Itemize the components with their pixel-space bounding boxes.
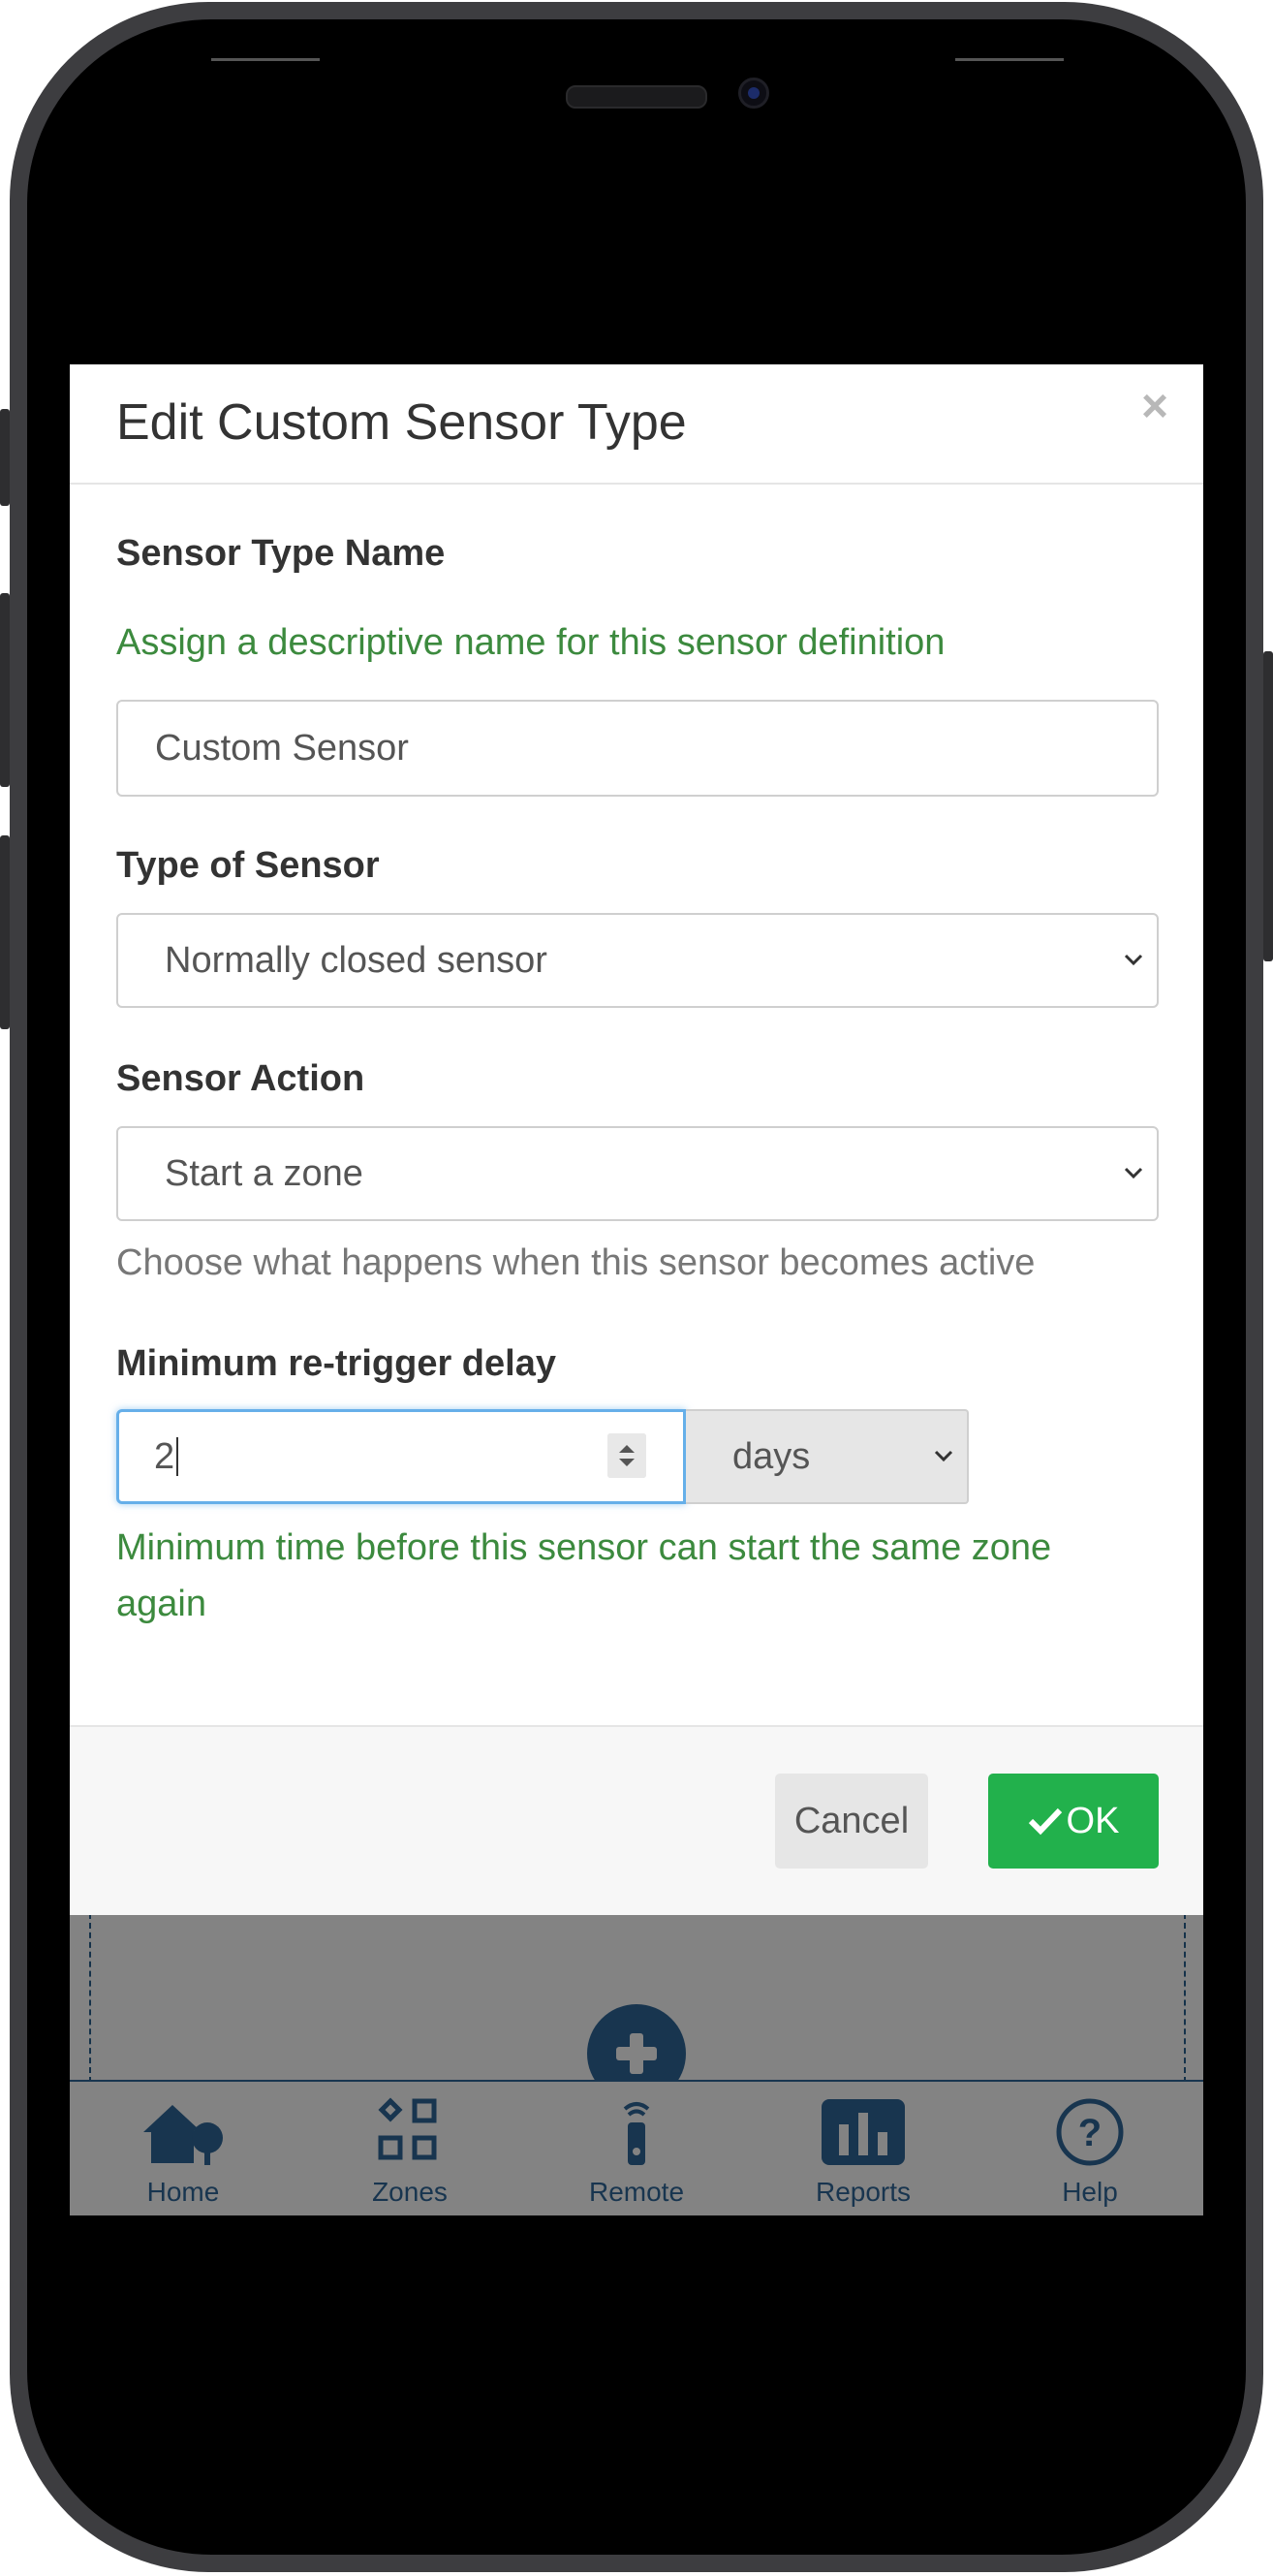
zones-icon xyxy=(378,2097,437,2160)
sensor-type-name-input[interactable]: Custom Sensor xyxy=(116,700,1159,797)
retrigger-delay-help-line1: Minimum time before this sensor can star… xyxy=(116,1527,1052,1568)
modal-title: Edit Custom Sensor Type xyxy=(116,394,687,451)
close-icon[interactable]: × xyxy=(1141,384,1168,430)
modal-footer: Cancel OK xyxy=(70,1725,1203,1915)
number-spinner-icon[interactable] xyxy=(607,1433,646,1478)
side-button xyxy=(0,409,10,506)
chevron-down-icon xyxy=(934,1450,953,1462)
tab-help-label: Help xyxy=(1062,2177,1118,2207)
tab-remote-label: Remote xyxy=(588,2177,685,2207)
svg-text:?: ? xyxy=(1078,2112,1102,2154)
volume-down-button xyxy=(0,835,10,1029)
type-of-sensor-label: Type of Sensor xyxy=(116,845,380,886)
type-of-sensor-select[interactable]: Normally closed sensor xyxy=(116,913,1159,1008)
camera-icon xyxy=(738,78,769,109)
cancel-button[interactable]: Cancel xyxy=(775,1774,928,1869)
sensor-type-name-help: Assign a descriptive name for this senso… xyxy=(116,622,946,663)
tab-zones[interactable]: Zones xyxy=(298,2082,521,2215)
tab-help[interactable]: ? Help xyxy=(978,2082,1201,2215)
tab-home[interactable]: Home xyxy=(72,2082,295,2215)
edit-sensor-modal: Edit Custom Sensor Type × Sensor Type Na… xyxy=(70,364,1203,1915)
retrigger-delay-input[interactable]: 2 xyxy=(116,1409,686,1504)
checkmark-icon xyxy=(1028,1807,1062,1836)
retrigger-delay-help: Minimum time before this sensor can star… xyxy=(116,1520,1051,1632)
retrigger-delay-help-line2: again xyxy=(116,1584,206,1624)
bottom-tab-bar: Home Zones Remote Reports ? Help xyxy=(70,2080,1203,2215)
tab-reports-label: Reports xyxy=(815,2177,912,2207)
text-caret xyxy=(176,1437,179,1476)
retrigger-delay-label: Minimum re-trigger delay xyxy=(116,1343,556,1384)
sensor-type-name-label: Sensor Type Name xyxy=(116,533,446,574)
ok-button[interactable]: OK xyxy=(988,1774,1159,1869)
modal-header: Edit Custom Sensor Type × xyxy=(70,364,1203,485)
retrigger-unit-value: days xyxy=(732,1435,811,1477)
sensor-action-select[interactable]: Start a zone xyxy=(116,1126,1159,1221)
power-button xyxy=(1263,651,1273,961)
chevron-down-icon xyxy=(1124,1167,1143,1179)
tab-reports[interactable]: Reports xyxy=(752,2082,975,2215)
tab-zones-label: Zones xyxy=(372,2177,448,2207)
sensor-action-label: Sensor Action xyxy=(116,1058,365,1099)
tab-remote[interactable]: Remote xyxy=(525,2082,748,2215)
sensor-type-name-value: Custom Sensor xyxy=(155,727,409,769)
app-screen: Home Zones Remote Reports ? Help Edit Cu… xyxy=(70,364,1203,2215)
reports-icon xyxy=(822,2099,905,2165)
sensor-action-value: Start a zone xyxy=(165,1152,363,1194)
ok-button-label: OK xyxy=(1066,1800,1120,1841)
retrigger-delay-value: 2 xyxy=(154,1435,175,1477)
volume-up-button xyxy=(0,593,10,787)
help-icon: ? xyxy=(1056,2098,1124,2166)
tab-home-label: Home xyxy=(146,2177,220,2207)
type-of-sensor-value: Normally closed sensor xyxy=(165,939,547,981)
sensor-action-help: Choose what happens when this sensor bec… xyxy=(116,1242,1036,1283)
chevron-down-icon xyxy=(1124,954,1143,966)
speaker-grille xyxy=(566,85,707,109)
home-icon xyxy=(143,2105,223,2165)
retrigger-unit-select[interactable]: days xyxy=(686,1409,969,1504)
status-bar-right xyxy=(955,58,1064,61)
remote-icon xyxy=(623,2102,650,2165)
status-bar-left xyxy=(211,58,320,61)
